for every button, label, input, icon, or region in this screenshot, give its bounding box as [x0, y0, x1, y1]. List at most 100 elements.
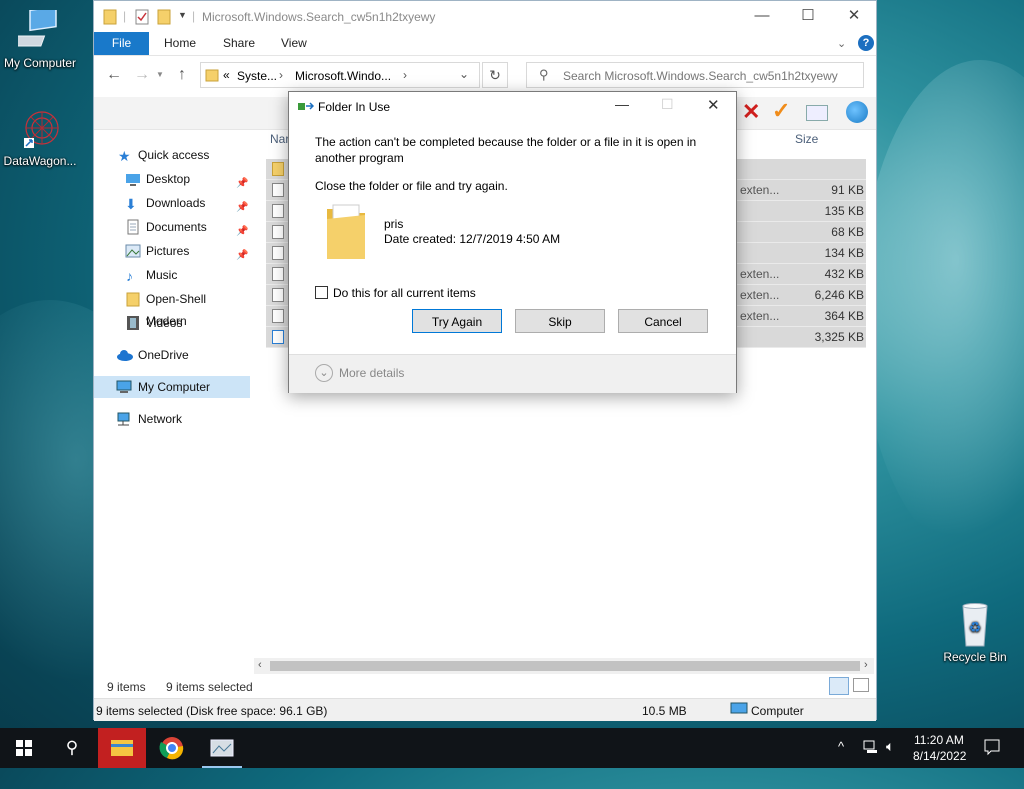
disk-info: 9 items selected (Disk free space: 96.1 …: [96, 704, 328, 718]
windows-logo-icon: [16, 740, 32, 756]
start-button[interactable]: [0, 728, 48, 768]
address-bar[interactable]: « Syste... › Microsoft.Windo... › ⌄: [200, 62, 480, 88]
column-header-name[interactable]: Nar: [270, 132, 289, 146]
nav-item-downloads[interactable]: ⬇ Downloads 📌: [94, 192, 250, 214]
breadcrumb-overflow[interactable]: «: [223, 68, 230, 82]
chevron-right-icon: ›: [279, 68, 283, 82]
document-icon: [125, 219, 141, 235]
details-status-bar: 9 items selected (Disk free space: 96.1 …: [94, 698, 876, 721]
cancel-button[interactable]: Cancel: [618, 309, 708, 333]
desktop-icon-recycle-bin[interactable]: ♻ Recycle Bin: [935, 602, 1015, 664]
nav-my-computer[interactable]: My Computer: [94, 376, 250, 398]
back-arrow-icon[interactable]: ←: [106, 66, 122, 84]
dialog-close-button[interactable]: ✕: [707, 96, 720, 114]
file-icon: [272, 204, 284, 218]
skip-button[interactable]: Skip: [515, 309, 605, 333]
dialog-minimize-button[interactable]: —: [615, 96, 629, 112]
breadcrumb-segment[interactable]: Microsoft.Windo...: [295, 69, 391, 83]
nav-network[interactable]: Network: [94, 408, 250, 430]
expand-ribbon-icon[interactable]: ⌄: [837, 37, 846, 50]
desktop-icon-my-computer[interactable]: My Computer: [0, 5, 80, 70]
breadcrumb-segment[interactable]: Syste...: [237, 69, 277, 83]
pin-icon[interactable]: 📌: [236, 245, 248, 261]
search-input[interactable]: ⚲ Search Microsoft.Windows.Search_cw5n1h…: [526, 62, 864, 88]
forward-arrow-icon[interactable]: →: [134, 66, 150, 84]
selected-count: 9 items selected: [166, 680, 253, 694]
delete-x-icon[interactable]: ✕: [742, 99, 760, 125]
nav-onedrive[interactable]: OneDrive: [94, 344, 250, 366]
file-icon: [272, 267, 284, 281]
search-placeholder: Search Microsoft.Windows.Search_cw5n1h2t…: [563, 69, 838, 83]
dialog-title-bar: Folder In Use — ☐ ✕: [289, 92, 736, 122]
rename-icon[interactable]: [806, 105, 828, 121]
nav-item-pictures[interactable]: Pictures 📌: [94, 240, 250, 262]
star-icon: ★: [118, 148, 131, 164]
nav-item-music[interactable]: ♪ Music: [94, 264, 250, 286]
recent-locations-icon[interactable]: ▼: [156, 70, 164, 79]
ribbon: File Home Share View ⌄ ?: [94, 32, 876, 56]
scroll-thumb[interactable]: [270, 661, 860, 671]
film-icon: [125, 315, 141, 331]
desktop-icon-label: My Computer: [3, 56, 77, 70]
pin-icon[interactable]: 📌: [236, 221, 248, 237]
up-arrow-icon[interactable]: ↑: [178, 66, 186, 84]
help-icon[interactable]: ?: [858, 35, 874, 51]
computer-icon: [116, 379, 132, 395]
try-again-button[interactable]: Try Again: [412, 309, 502, 333]
horizontal-scrollbar[interactable]: ‹ ›: [254, 658, 874, 674]
scroll-right-icon[interactable]: ›: [864, 659, 868, 671]
search-button[interactable]: ⚲: [48, 728, 96, 768]
apply-to-all-label: Do this for all current items: [333, 286, 476, 300]
nav-item-open-shell[interactable]: Open-Shell Modern: [94, 288, 250, 328]
details-view-icon[interactable]: [829, 677, 849, 695]
desktop-icon: [125, 171, 141, 187]
chevron-down-icon[interactable]: ⌄: [315, 364, 333, 382]
show-hidden-icons-icon[interactable]: ^: [838, 739, 844, 779]
tab-view[interactable]: View: [281, 32, 307, 55]
network-icon[interactable]: [863, 739, 879, 779]
app-window-icon: [210, 739, 234, 757]
volume-icon[interactable]: 🔈︎: [886, 738, 894, 778]
nav-quick-access[interactable]: ★ Quick access: [94, 144, 250, 166]
pin-icon[interactable]: 📌: [236, 173, 248, 189]
folder-icon: [272, 162, 284, 176]
folder-icon: [205, 68, 219, 85]
tab-share[interactable]: Share: [223, 32, 255, 55]
notifications-icon[interactable]: [983, 738, 1001, 778]
share-globe-icon[interactable]: [846, 101, 868, 123]
scroll-left-icon[interactable]: ‹: [258, 659, 262, 671]
folder-icon: [103, 9, 117, 28]
nav-item-videos[interactable]: Videos: [94, 312, 250, 334]
large-icons-view-icon[interactable]: [853, 678, 869, 692]
taskbar-chrome[interactable]: [148, 728, 196, 768]
dialog-instruction: Close the folder or file and try again.: [315, 179, 508, 193]
taskbar-file-explorer[interactable]: [98, 728, 146, 768]
tab-home[interactable]: Home: [164, 32, 196, 55]
minimize-button[interactable]: —: [739, 1, 785, 31]
chevron-down-icon[interactable]: ⌄: [459, 67, 469, 81]
file-icon: [272, 225, 284, 239]
computer-icon: [10, 5, 62, 54]
properties-icon[interactable]: [135, 9, 149, 28]
desktop-icon-datawagon[interactable]: DataWagon...: [0, 108, 80, 168]
nav-item-desktop[interactable]: Desktop 📌: [94, 168, 250, 190]
file-icon: [272, 183, 284, 197]
maximize-button[interactable]: ☐: [785, 1, 831, 31]
refresh-button[interactable]: ↻: [482, 62, 508, 88]
taskbar-app[interactable]: [198, 728, 246, 768]
desktop-icon-label: Recycle Bin: [943, 650, 1007, 664]
column-header-size[interactable]: Size: [795, 132, 818, 146]
more-details-link[interactable]: More details: [339, 366, 404, 380]
computer-icon: [730, 702, 748, 719]
nav-item-documents[interactable]: Documents 📌: [94, 216, 250, 238]
title-bar: | ▼ | Microsoft.Windows.Search_cw5n1h2tx…: [94, 1, 876, 32]
check-icon[interactable]: ✓: [772, 98, 790, 124]
pin-icon[interactable]: 📌: [236, 197, 248, 213]
customize-qat-icon[interactable]: ▼: [178, 10, 187, 20]
tab-file[interactable]: File: [94, 32, 149, 55]
recycle-bin-icon: ♻: [953, 602, 997, 648]
close-button[interactable]: ✕: [831, 1, 877, 31]
new-folder-icon[interactable]: [157, 9, 171, 28]
apply-to-all-checkbox[interactable]: [315, 286, 328, 299]
clock-date[interactable]: 8/14/2022: [913, 749, 966, 789]
